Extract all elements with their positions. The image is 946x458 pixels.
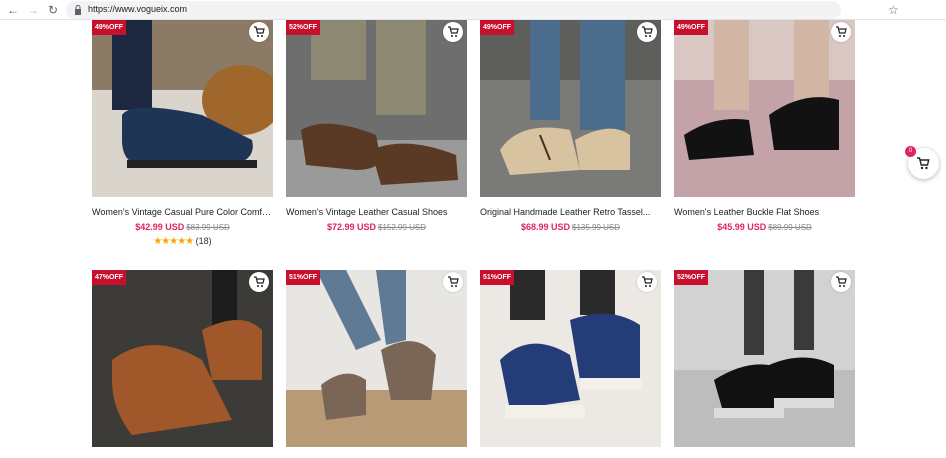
original-price: $135.99 USD xyxy=(572,223,621,232)
product-title[interactable]: Original Handmade Leather Retro Tassel..… xyxy=(480,207,661,217)
original-price: $89.99 USD xyxy=(768,223,812,232)
discount-badge: 49%OFF xyxy=(480,20,515,35)
product-prices: $68.99 USD $135.99 USD xyxy=(480,222,661,232)
original-price: $83.99 USD xyxy=(186,223,230,232)
review-count: (18) xyxy=(195,236,212,246)
lock-icon xyxy=(75,5,81,15)
discount-badge: 52%OFF xyxy=(674,270,709,285)
add-to-cart-button[interactable] xyxy=(831,22,851,42)
add-to-cart-button[interactable] xyxy=(249,22,269,42)
product-image[interactable]: 47%OFF xyxy=(92,270,273,447)
cart-icon xyxy=(836,26,847,37)
reload-icon[interactable]: ↻ xyxy=(46,3,60,17)
url-text: https://www.vogueix.com xyxy=(88,4,188,14)
product-image[interactable]: 52%OFF xyxy=(286,20,467,197)
product-image[interactable]: 52%OFF xyxy=(674,270,855,447)
discount-badge: 51%OFF xyxy=(480,270,515,285)
product-prices: $45.99 USD $89.99 USD xyxy=(674,222,855,232)
product-image[interactable]: 49%OFF xyxy=(674,20,855,197)
product-image[interactable]: 51%OFF xyxy=(480,270,661,447)
original-price: $152.99 USD xyxy=(378,223,427,232)
product-rating: ★★★★★ (18) xyxy=(92,236,273,247)
product-image[interactable]: 49%OFF xyxy=(480,20,661,197)
browser-toolbar: ← → ↻ https://www.vogueix.com ☆ xyxy=(0,0,946,20)
arrow-right-icon[interactable]: → xyxy=(26,3,40,17)
product-title[interactable]: Women's Vintage Leather Casual Shoes xyxy=(286,207,467,217)
address-bar[interactable]: https://www.vogueix.com ☆ xyxy=(66,1,899,19)
cart-icon xyxy=(917,157,930,170)
add-to-cart-button[interactable] xyxy=(637,272,657,292)
product-title[interactable]: Women's Vintage Casual Pure Color Comfo.… xyxy=(92,207,273,217)
sale-price: $42.99 USD xyxy=(135,222,185,232)
cart-count-badge: 0 xyxy=(905,146,916,157)
add-to-cart-button[interactable] xyxy=(637,22,657,42)
discount-badge: 47%OFF xyxy=(92,270,127,285)
product-title[interactable]: Women's Leather Buckle Flat Shoes xyxy=(674,207,855,217)
product-prices: $42.99 USD $83.99 USD xyxy=(92,222,273,232)
arrow-left-icon[interactable]: ← xyxy=(6,3,20,17)
floating-cart-button[interactable]: 0 xyxy=(905,146,939,179)
cart-icon xyxy=(254,26,265,37)
cart-icon xyxy=(642,276,653,287)
cart-icon xyxy=(642,26,653,37)
product-image[interactable]: 49%OFF xyxy=(92,20,273,197)
cart-icon xyxy=(448,276,459,287)
discount-badge: 49%OFF xyxy=(674,20,709,35)
sale-price: $68.99 USD xyxy=(520,222,570,232)
add-to-cart-button[interactable] xyxy=(249,272,269,292)
add-to-cart-button[interactable] xyxy=(831,272,851,292)
add-to-cart-button[interactable] xyxy=(443,272,463,292)
cart-icon xyxy=(836,276,847,287)
product-prices: $72.99 USD $152.99 USD xyxy=(286,222,467,232)
discount-badge: 49%OFF xyxy=(92,20,127,35)
add-to-cart-button[interactable] xyxy=(443,22,463,42)
product-image[interactable]: 51%OFF xyxy=(286,270,467,447)
sale-price: $72.99 USD xyxy=(326,222,376,232)
sale-price: $45.99 USD xyxy=(717,222,767,232)
discount-badge: 52%OFF xyxy=(286,20,321,35)
rating-stars: ★★★★★ xyxy=(153,236,194,247)
cart-icon xyxy=(254,276,265,287)
discount-badge: 51%OFF xyxy=(286,270,321,285)
star-icon[interactable]: ☆ xyxy=(888,3,899,17)
cart-icon xyxy=(448,26,459,37)
